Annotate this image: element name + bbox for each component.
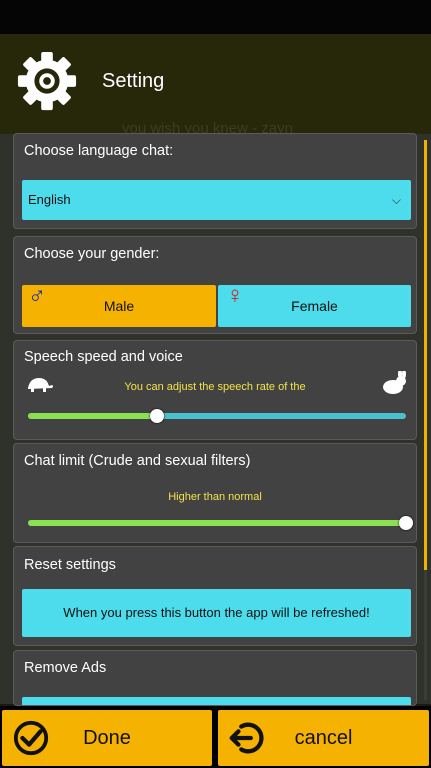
cancel-label: cancel [294,727,353,749]
reset-label: Reset settings [24,557,116,573]
remove-ads-card: Remove Ads [13,650,417,706]
language-select[interactable]: English ⌵ [22,180,411,220]
chevron-down-icon: ⌵ [391,193,401,207]
done-button[interactable]: Done [2,710,212,766]
speech-slider-fill [28,413,157,419]
male-button[interactable]: ♂ Male [22,282,216,327]
female-icon: ♀ [226,282,244,309]
gear-icon [17,51,77,111]
speech-slider[interactable] [28,409,406,423]
remove-ads-label: Remove Ads [24,660,107,676]
scrollbar-thumb[interactable] [424,140,427,570]
speech-slider-thumb[interactable] [149,409,164,423]
page-title: Setting [102,70,165,92]
chat-limit-slider-fill [28,520,406,526]
cancel-button[interactable]: cancel [218,710,429,766]
chat-limit-slider[interactable] [28,516,413,530]
speech-hint: You can adjust the speech rate of the [124,381,306,393]
language-card: Choose language chat: English ⌵ [13,133,417,229]
gender-card: Choose your gender: ♂ Male ♀ Female [13,236,417,334]
gender-label: Choose your gender: [24,246,160,262]
female-label: Female [291,298,338,314]
male-label: Male [103,298,135,314]
female-button[interactable]: ♀ Female [218,282,411,327]
speech-label: Speech speed and voice [24,349,183,365]
speech-card: Speech speed and voice You can adjust th… [13,340,417,440]
remove-ads-button[interactable] [22,697,411,705]
reset-card: Reset settings When you press this butto… [13,546,417,646]
status-bar [0,0,431,34]
reset-button[interactable]: When you press this button the app will … [22,589,411,637]
chat-limit-slider-thumb[interactable] [399,516,413,530]
chat-limit-label: Chat limit (Crude and sexual filters) [24,453,251,469]
language-label: Choose language chat: [24,143,174,159]
done-label: Done [83,727,131,749]
scrollbar[interactable] [424,140,427,700]
chat-limit-card: Chat limit (Crude and sexual filters) Hi… [13,443,417,543]
language-selected-value: English [28,192,71,207]
male-icon: ♂ [28,282,46,309]
chat-limit-hint: Higher than normal [168,491,262,503]
